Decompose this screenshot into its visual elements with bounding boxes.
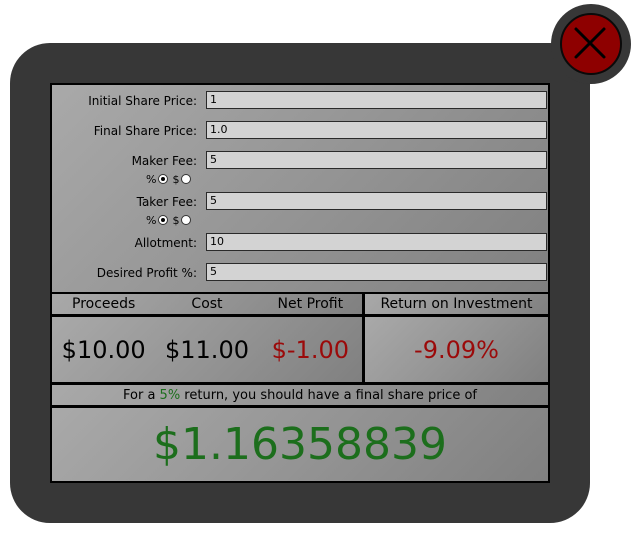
maker-fee-input[interactable] — [206, 151, 547, 169]
results-values: $10.00 $11.00 $-1.00 — [52, 317, 362, 382]
calculator-panel: Initial Share Price: Final Share Price: … — [50, 83, 550, 483]
allotment-input[interactable] — [206, 233, 547, 251]
final-share-price-label: Final Share Price: — [93, 124, 197, 138]
close-button-container — [551, 4, 631, 84]
cost-value: $11.00 — [165, 335, 249, 364]
taker-fee-label: Taker Fee: — [136, 195, 197, 209]
taker-fee-input[interactable] — [206, 192, 547, 210]
initial-share-price-label: Initial Share Price: — [88, 94, 197, 108]
net-profit-value: $-1.00 — [271, 335, 349, 364]
target-message-suffix: return, you should have a final share pr… — [180, 387, 477, 403]
taker-fee-dollar-radio[interactable] — [181, 215, 192, 225]
target-message-percent: 5% — [159, 387, 181, 403]
roi-header: Return on Investment — [365, 294, 548, 314]
close-x-icon — [574, 27, 606, 59]
close-button[interactable] — [560, 13, 622, 75]
results-header: Proceeds Cost Net Profit — [52, 294, 362, 314]
proceeds-value: $10.00 — [61, 335, 146, 364]
taker-fee-dollar-label: $ — [172, 213, 180, 227]
net-profit-header: Net Profit — [277, 296, 344, 312]
maker-fee-dollar-radio[interactable] — [181, 174, 192, 184]
maker-fee-percent-radio[interactable] — [158, 174, 169, 184]
initial-share-price-input[interactable] — [206, 91, 547, 109]
taker-fee-percent-label: % — [146, 213, 157, 227]
allotment-label: Allotment: — [134, 236, 197, 250]
target-price: $1.16358839 — [52, 408, 548, 481]
roi-value: -9.09% — [365, 317, 548, 382]
desired-profit-label: Desired Profit %: — [96, 266, 197, 280]
maker-fee-type-selector: % $ — [146, 172, 195, 186]
taker-fee-type-selector: % $ — [146, 213, 195, 227]
maker-fee-label: Maker Fee: — [131, 154, 197, 168]
target-message: For a 5% return, you should have a final… — [52, 385, 548, 405]
final-share-price-input[interactable] — [206, 121, 547, 139]
taker-fee-percent-radio[interactable] — [158, 215, 169, 225]
maker-fee-percent-label: % — [146, 172, 157, 186]
input-form: Initial Share Price: Final Share Price: … — [52, 85, 548, 292]
cost-header: Cost — [191, 296, 223, 312]
desired-profit-input[interactable] — [206, 263, 547, 281]
maker-fee-dollar-label: $ — [172, 172, 180, 186]
proceeds-header: Proceeds — [72, 296, 136, 312]
target-message-prefix: For a — [123, 387, 160, 403]
